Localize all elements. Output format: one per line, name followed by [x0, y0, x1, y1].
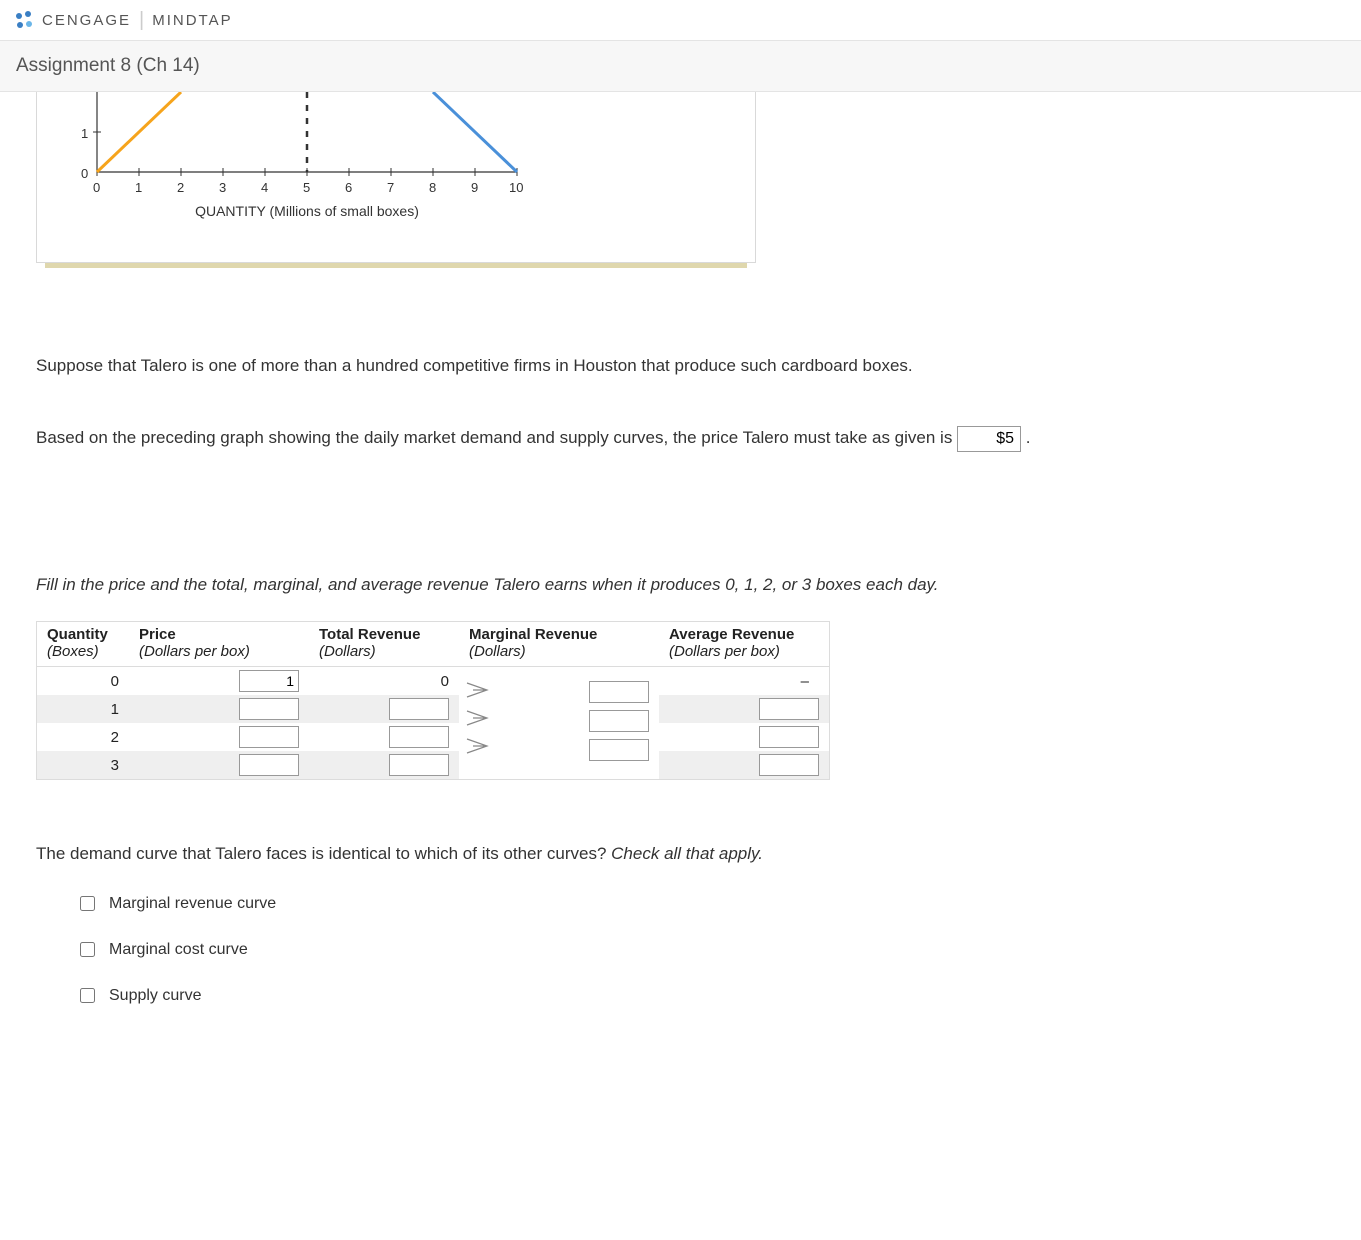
tr-cell-input[interactable] [389, 726, 449, 748]
price-cell-input[interactable] [239, 670, 299, 692]
arrow-icon [465, 709, 489, 727]
price-cell-input[interactable] [239, 698, 299, 720]
qty-cell: 0 [37, 667, 129, 696]
cengage-logo-icon [12, 8, 36, 32]
check-list: Marginal revenue curve Marginal cost cur… [80, 895, 1325, 1005]
mr-cell-input[interactable] [589, 681, 649, 703]
check-prompt-pre: The demand curve that Talero faces is id… [36, 844, 611, 863]
table-row: 0 0 – [37, 667, 829, 696]
svg-text:6: 6 [345, 180, 352, 195]
arrow-icon [465, 737, 489, 755]
svg-text:0: 0 [81, 166, 88, 181]
check-label: Marginal revenue curve [109, 895, 276, 913]
paragraph-2-pre: Based on the preceding graph showing the… [36, 428, 952, 447]
svg-text:3: 3 [219, 180, 226, 195]
price-input[interactable] [957, 426, 1021, 452]
tr-cell: 0 [309, 667, 459, 696]
qty-cell: 1 [37, 695, 129, 723]
ar-cell: – [659, 667, 829, 696]
svg-text:0: 0 [93, 180, 100, 195]
th-mr: Marginal Revenue [459, 622, 659, 643]
th-ar-sub: (Dollars per box) [659, 643, 829, 667]
checkbox[interactable] [80, 988, 95, 1003]
tr-cell-input[interactable] [389, 754, 449, 776]
th-qty: Quantity [37, 622, 129, 643]
qty-cell: 3 [37, 751, 129, 779]
check-label: Marginal cost curve [109, 941, 248, 959]
th-price: Price [129, 622, 309, 643]
brand-sub: MINDTAP [152, 12, 232, 29]
th-tr-sub: (Dollars) [309, 643, 459, 667]
svg-text:QUANTITY (Millions of small bo: QUANTITY (Millions of small boxes) [195, 203, 419, 219]
chart-panel: 1 0 0 1 2 3 4 5 6 7 8 9 10 [36, 92, 756, 263]
svg-text:7: 7 [387, 180, 394, 195]
check-label: Supply curve [109, 987, 202, 1005]
revenue-table: Quantity Price Total Revenue Marginal Re… [37, 622, 829, 779]
svg-text:4: 4 [261, 180, 268, 195]
svg-text:1: 1 [81, 126, 88, 141]
svg-text:8: 8 [429, 180, 436, 195]
svg-text:10: 10 [509, 180, 523, 195]
brand-header: CENGAGE | MINDTAP [0, 0, 1361, 40]
qty-cell: 2 [37, 723, 129, 751]
arrow-icon [465, 681, 489, 699]
mr-cell-input[interactable] [589, 710, 649, 732]
ar-cell-input[interactable] [759, 726, 819, 748]
brand-separator: | [139, 9, 144, 32]
tr-cell-input[interactable] [389, 698, 449, 720]
th-price-sub: (Dollars per box) [129, 643, 309, 667]
svg-text:1: 1 [135, 180, 142, 195]
table-row: 1 [37, 695, 829, 723]
revenue-table-wrap: Quantity Price Total Revenue Marginal Re… [36, 621, 830, 780]
supply-demand-chart: 1 0 0 1 2 3 4 5 6 7 8 9 10 [57, 92, 547, 232]
ar-cell-input[interactable] [759, 754, 819, 776]
checkbox[interactable] [80, 896, 95, 911]
price-cell-input[interactable] [239, 726, 299, 748]
mr-cell-input[interactable] [589, 739, 649, 761]
check-item[interactable]: Marginal cost curve [80, 941, 1325, 959]
checkbox[interactable] [80, 942, 95, 957]
paragraph-1: Suppose that Talero is one of more than … [36, 353, 1325, 379]
brand-main: CENGAGE [42, 12, 131, 29]
svg-text:9: 9 [471, 180, 478, 195]
check-item[interactable]: Marginal revenue curve [80, 895, 1325, 913]
price-cell-input[interactable] [239, 754, 299, 776]
check-prompt-italic: Check all that apply. [611, 844, 763, 863]
check-prompt: The demand curve that Talero faces is id… [36, 841, 1325, 867]
th-tr: Total Revenue [309, 622, 459, 643]
th-ar: Average Revenue [659, 622, 829, 643]
fill-instruction: Fill in the price and the total, margina… [36, 572, 1325, 598]
assignment-title: Assignment 8 (Ch 14) [0, 40, 1361, 92]
table-row: 2 [37, 723, 829, 751]
table-row: 3 [37, 751, 829, 779]
th-qty-sub: (Boxes) [37, 643, 129, 667]
th-mr-sub: (Dollars) [459, 643, 659, 667]
svg-text:5: 5 [303, 180, 310, 195]
svg-text:2: 2 [177, 180, 184, 195]
paragraph-2-post: . [1026, 428, 1031, 447]
ar-cell-input[interactable] [759, 698, 819, 720]
check-item[interactable]: Supply curve [80, 987, 1325, 1005]
paragraph-2: Based on the preceding graph showing the… [36, 425, 1325, 452]
